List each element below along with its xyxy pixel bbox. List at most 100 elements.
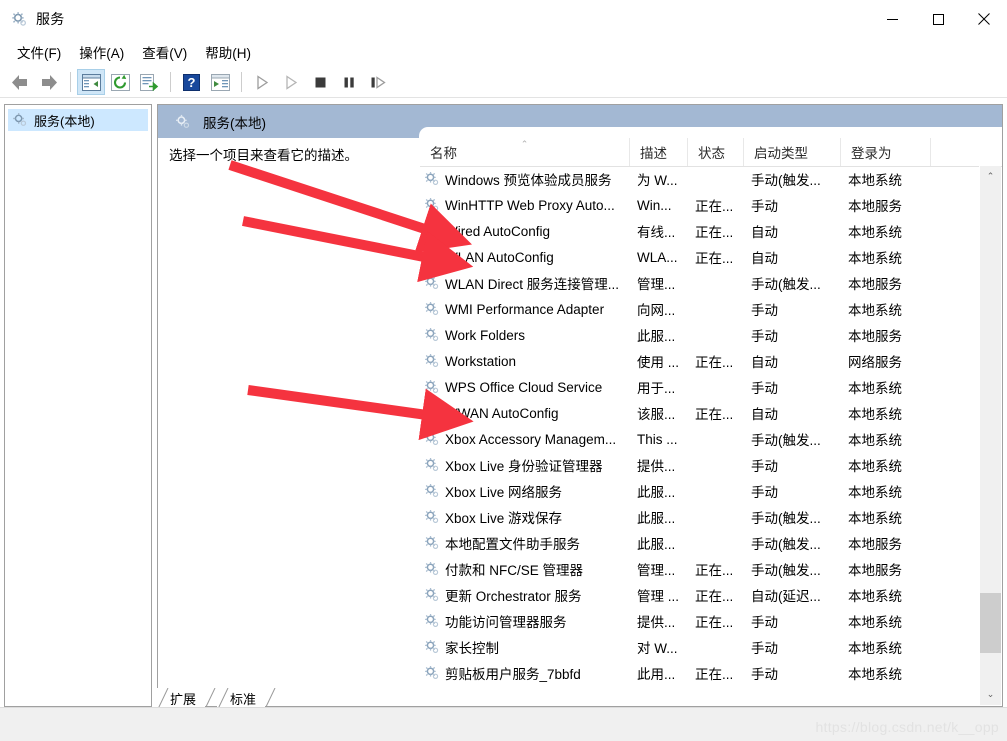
cell-service-name: 付款和 NFC/SE 管理器 (420, 559, 630, 579)
cell-service-name: WWAN AutoConfig (420, 405, 630, 421)
service-gear-icon (424, 353, 440, 369)
cell-startup-type: 手动 (751, 615, 778, 630)
results-pane: 服务(本地) 选择一个项目来查看它的描述。 名称 ⌃ 描述 状态 启动类型 登录… (157, 104, 1003, 707)
cell-startup-type: 手动 (751, 381, 778, 396)
banner-notch (419, 127, 1002, 138)
tab-extended-label: 扩展 (170, 692, 197, 707)
maximize-button[interactable] (915, 0, 961, 38)
table-row[interactable]: 本地配置文件助手服务 此服... 手动(触发... 本地服务 (420, 530, 980, 556)
cell-startup-type: 手动(触发... (751, 433, 821, 448)
column-startup-type[interactable]: 启动类型 (744, 138, 841, 166)
table-row[interactable]: 家长控制 对 W... 手动 本地系统 (420, 634, 980, 660)
cell-startup-type: 自动(延迟... (751, 589, 821, 604)
cell-log-on-as: 本地系统 (848, 641, 902, 656)
table-row[interactable]: 功能访问管理器服务 提供... 正在... 手动 本地系统 (420, 608, 980, 634)
service-gear-icon (424, 483, 440, 499)
scrollbar-thumb[interactable] (980, 593, 1001, 653)
sidebar-item-services-local[interactable]: 服务(本地) (8, 109, 148, 131)
service-name-label: 本地配置文件助手服务 (445, 537, 580, 552)
restart-service-icon[interactable] (364, 69, 392, 95)
menu-file[interactable]: 文件(F) (8, 39, 70, 65)
cell-service-name: Xbox Live 游戏保存 (420, 507, 630, 527)
pane-header-banner: 服务(本地) (158, 105, 1002, 138)
table-row[interactable]: Xbox Live 游戏保存 此服... 手动(触发... 本地系统 (420, 504, 980, 530)
cell-service-name: WinHTTP Web Proxy Auto... (420, 197, 630, 213)
table-row[interactable]: Workstation 使用 ... 正在... 自动 网络服务 (420, 348, 980, 374)
cell-log-on-as: 网络服务 (848, 355, 902, 370)
service-gear-icon (424, 327, 440, 343)
stop-service-icon[interactable] (306, 69, 334, 95)
column-log-on-as[interactable]: 登录为 (841, 138, 931, 166)
cell-description: 提供... (637, 615, 676, 630)
show-hide-console-tree-icon[interactable] (77, 69, 105, 95)
table-row[interactable]: Wired AutoConfig 有线... 正在... 自动 本地系统 (420, 218, 980, 244)
toolbar-divider (0, 97, 1007, 98)
cell-description: 向网... (637, 303, 676, 318)
cell-log-on-as: 本地系统 (848, 615, 902, 630)
service-name-label: WLAN Direct 服务连接管理... (445, 277, 620, 292)
start-service-icon[interactable] (248, 69, 276, 95)
menu-help[interactable]: 帮助(H) (196, 39, 260, 65)
close-button[interactable] (961, 0, 1007, 38)
services-list: 名称 ⌃ 描述 状态 启动类型 登录为 Windows 预览体验成员服务 为 W.… (420, 138, 1002, 706)
toolbar-separator-3 (241, 72, 242, 92)
tab-extended[interactable]: 扩展 (157, 688, 216, 709)
show-action-pane-icon[interactable] (206, 69, 234, 95)
cell-status: 正在... (695, 251, 734, 266)
toolbar: ? (0, 66, 1007, 98)
menu-action[interactable]: 操作(A) (70, 39, 133, 65)
table-row[interactable]: 付款和 NFC/SE 管理器 管理... 正在... 手动(触发... 本地服务 (420, 556, 980, 582)
service-name-label: WLAN AutoConfig (445, 249, 554, 265)
column-description-label: 描述 (640, 146, 667, 161)
table-row[interactable]: Xbox Live 身份验证管理器 提供... 手动 本地系统 (420, 452, 980, 478)
minimize-button[interactable] (869, 0, 915, 38)
cell-startup-type: 手动 (751, 459, 778, 474)
table-row[interactable]: WMI Performance Adapter 向网... 手动 本地系统 (420, 296, 980, 322)
table-row[interactable]: Xbox Accessory Managem... This ... 手动(触发..… (420, 426, 980, 452)
service-name-label: 家长控制 (445, 641, 499, 656)
pause-service-icon[interactable] (335, 69, 363, 95)
tab-right-edge (204, 688, 216, 709)
scroll-up-button[interactable]: ⌃ (980, 166, 1001, 187)
refresh-icon[interactable] (106, 69, 134, 95)
tab-left-edge (157, 688, 169, 709)
column-status-label: 状态 (698, 146, 725, 161)
tab-right-edge (264, 688, 276, 709)
cell-status: 正在... (695, 225, 734, 240)
menu-view[interactable]: 查看(V) (133, 39, 196, 65)
column-log-on-as-label: 登录为 (851, 146, 892, 161)
table-row[interactable]: WPS Office Cloud Service 用于... 手动 本地系统 (420, 374, 980, 400)
column-name-label: 名称 (430, 146, 457, 161)
table-row[interactable]: Xbox Live 网络服务 此服... 手动 本地系统 (420, 478, 980, 504)
table-row[interactable]: Windows 预览体验成员服务 为 W... 手动(触发... 本地系统 (420, 166, 980, 192)
service-name-label: Windows 预览体验成员服务 (445, 173, 612, 188)
column-status[interactable]: 状态 (688, 138, 744, 166)
service-name-label: 更新 Orchestrator 服务 (445, 589, 582, 604)
forward-icon[interactable] (35, 69, 63, 95)
table-row[interactable]: 剪贴板用户服务_7bbfd 此用... 正在... 手动 本地系统 (420, 660, 980, 684)
resume-service-icon[interactable] (277, 69, 305, 95)
table-row[interactable]: WLAN Direct 服务连接管理... 管理... 手动(触发... 本地服务 (420, 270, 980, 296)
tab-standard[interactable]: 标准 (217, 688, 276, 709)
service-gear-icon (424, 197, 440, 213)
table-row[interactable]: WLAN AutoConfig WLA... 正在... 自动 本地系统 (420, 244, 980, 270)
window-controls (869, 0, 1007, 38)
export-list-icon[interactable] (135, 69, 163, 95)
table-row[interactable]: WinHTTP Web Proxy Auto... Win... 正在... 手动 本地… (420, 192, 980, 218)
service-name-label: WWAN AutoConfig (445, 405, 559, 421)
list-vertical-scrollbar[interactable]: ⌃ ⌄ (979, 138, 1001, 705)
cell-log-on-as: 本地系统 (848, 407, 902, 422)
table-row[interactable]: WWAN AutoConfig 该服... 正在... 自动 本地系统 (420, 400, 980, 426)
back-icon[interactable] (6, 69, 34, 95)
services-gear-icon (175, 114, 191, 130)
cell-status: 正在... (695, 563, 734, 578)
column-description[interactable]: 描述 (630, 138, 688, 166)
scroll-down-button[interactable]: ⌄ (980, 684, 1001, 705)
cell-description: 此服... (637, 537, 676, 552)
table-row[interactable]: Work Folders 此服... 手动 本地服务 (420, 322, 980, 348)
tab-left-edge (217, 688, 229, 709)
help-icon[interactable]: ? (177, 69, 205, 95)
cell-status: 正在... (695, 407, 734, 422)
column-name[interactable]: 名称 ⌃ (420, 138, 630, 166)
table-row[interactable]: 更新 Orchestrator 服务 管理 ... 正在... 自动(延迟... 本地系… (420, 582, 980, 608)
